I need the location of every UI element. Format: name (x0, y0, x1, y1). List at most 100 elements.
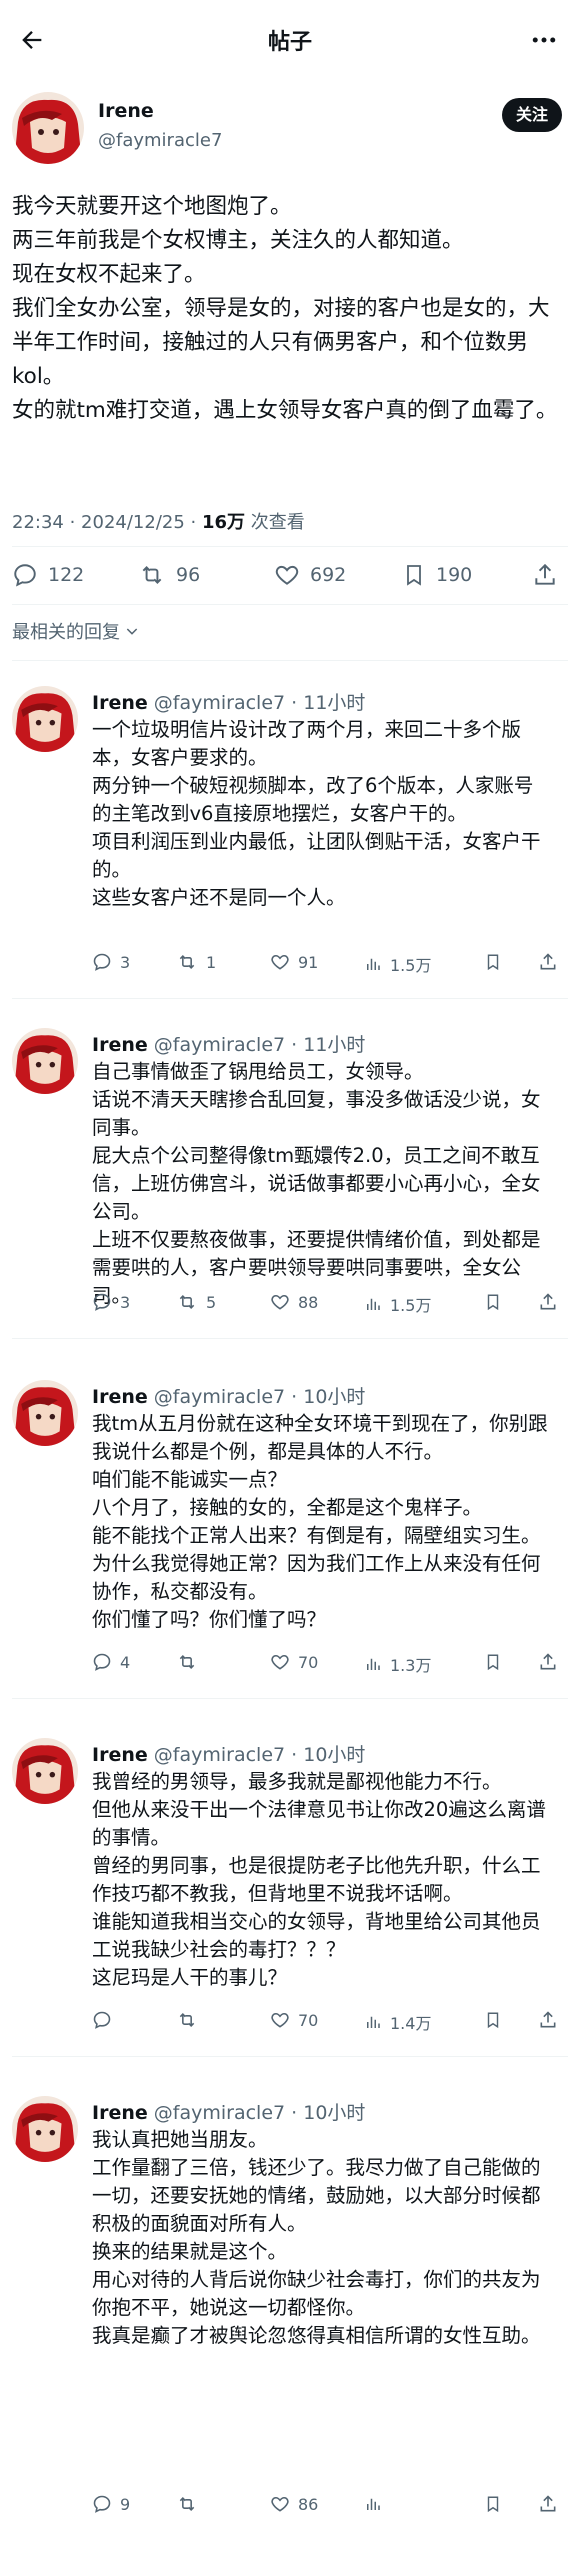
like-count: 91 (298, 952, 319, 972)
share-icon (538, 1292, 558, 1312)
bookmark-button[interactable] (484, 1292, 502, 1312)
post-action-bar: 122 96 692 190 (12, 556, 568, 596)
post-time: 22:34 · 2024/12/25 · (12, 512, 202, 533)
avatar[interactable] (12, 1380, 78, 1446)
post-author: Irene @faymiracle7 关注 (12, 90, 568, 166)
retweet-button[interactable]: 1 (176, 952, 216, 972)
like-button[interactable]: 91 (270, 952, 318, 972)
share-button[interactable] (538, 2494, 558, 2514)
share-button[interactable] (538, 952, 558, 972)
follow-button[interactable]: 关注 (501, 98, 562, 132)
reply-author[interactable]: Irene @faymiracle7 · 11小时 (92, 1030, 365, 1057)
share-icon (532, 562, 558, 588)
divider (12, 2056, 568, 2057)
reply-author[interactable]: Irene @faymiracle7 · 11小时 (92, 688, 365, 715)
reply-button[interactable]: 9 (92, 2494, 130, 2514)
divider (12, 604, 568, 605)
post-timestamp: 22:34 · 2024/12/25 · 16万 次查看 (12, 508, 305, 534)
bookmark-icon (484, 2010, 502, 2030)
reply-author[interactable]: Irene @faymiracle7 · 10小时 (92, 1382, 365, 1409)
reply-action-bar: 3 1 91 1.5万 (92, 952, 570, 982)
bookmark-icon (484, 952, 502, 972)
share-button[interactable] (538, 2010, 558, 2030)
retweet-count: 1 (206, 952, 217, 972)
heart-icon (270, 2010, 290, 2030)
like-button[interactable]: 70 (270, 1652, 318, 1672)
retweet-button[interactable]: 96 (138, 562, 200, 588)
heart-icon (274, 562, 300, 588)
reply-body: 自己事情做歪了锅甩给员工，女领导。 话说不清天天瞎掺合乱回复，事没多做话没少说，… (92, 1060, 541, 1307)
share-button[interactable] (538, 1652, 558, 1672)
bookmark-button[interactable] (484, 1652, 502, 1672)
like-button[interactable]: 692 (274, 562, 346, 588)
reply-item[interactable]: Irene @faymiracle7 · 10小时我曾经的男领导，最多我就是鄙视… (0, 1738, 580, 2084)
reply-button[interactable]: 3 (92, 1292, 130, 1312)
divider (12, 1698, 568, 1699)
avatar[interactable] (12, 686, 78, 752)
share-icon (538, 952, 558, 972)
retweet-button[interactable] (176, 1652, 206, 1672)
author-name[interactable]: Irene (98, 100, 154, 122)
like-button[interactable]: 88 (270, 1292, 318, 1312)
reply-button[interactable]: 122 (12, 562, 84, 588)
retweet-count: 5 (206, 1292, 217, 1312)
retweet-button[interactable] (176, 2494, 206, 2514)
reply-author[interactable]: Irene @faymiracle7 · 10小时 (92, 2098, 365, 2125)
reply-item[interactable]: Irene @faymiracle7 · 10小时 我tm从五月份就在这种全女环境… (0, 1380, 580, 1726)
view-count: 16万 (201, 512, 246, 533)
reply-meta: @faymiracle7 · 10小时 (147, 1744, 366, 1766)
views-button[interactable]: 1.4万 (364, 2010, 431, 2034)
reply-item[interactable]: Irene @faymiracle7 · 10小时 我认真把她当朋友。 工作量翻了… (0, 2096, 580, 2556)
share-icon (538, 2010, 558, 2030)
reply-button[interactable]: 3 (92, 952, 130, 972)
reply-author-name: Irene (92, 1744, 148, 1766)
author-handle[interactable]: @faymiracle7 (98, 130, 222, 151)
retweet-icon (176, 952, 198, 972)
top-bar: 帖子 (0, 0, 580, 86)
like-count: 86 (298, 2494, 319, 2514)
reply-count: 9 (120, 2494, 131, 2514)
views-button[interactable] (364, 2494, 390, 2514)
like-button[interactable]: 70 (270, 2010, 318, 2030)
reply-sort-dropdown[interactable]: 最相关的回复 (12, 618, 140, 644)
avatar[interactable] (12, 1028, 78, 1094)
reply-author-name: Irene (92, 1034, 148, 1056)
bookmark-icon (484, 1292, 502, 1312)
retweet-button[interactable] (176, 2010, 206, 2030)
reply-button[interactable] (92, 2010, 120, 2030)
bookmark-button[interactable] (484, 952, 502, 972)
reply-action-bar: 4 70 1.3万 (92, 1652, 570, 1682)
share-button[interactable] (538, 1292, 558, 1312)
avatar[interactable] (12, 1738, 78, 1804)
chevron-down-icon (124, 623, 140, 639)
bookmark-count: 190 (436, 564, 473, 586)
heart-icon (270, 1292, 290, 1312)
more-dots-icon[interactable] (522, 18, 566, 62)
like-count: 70 (298, 2010, 319, 2030)
reply-action-bar: 70 1.4万 (92, 2010, 570, 2040)
retweet-button[interactable]: 5 (176, 1292, 216, 1312)
views-button[interactable]: 1.5万 (364, 952, 431, 976)
share-icon (538, 2494, 558, 2514)
like-button[interactable]: 86 (270, 2494, 318, 2514)
bookmark-button[interactable] (484, 2494, 502, 2514)
reply-item[interactable]: Irene @faymiracle7 · 11小时自己事情做歪了锅甩给员工，女领… (0, 1028, 580, 1368)
reply-meta: @faymiracle7 · 10小时 (147, 2102, 366, 2124)
bookmark-button[interactable] (484, 2010, 502, 2030)
bar-chart-icon (364, 1654, 382, 1674)
views-button[interactable]: 1.3万 (364, 1652, 431, 1676)
divider (12, 546, 568, 547)
reply-item[interactable]: Irene @faymiracle7 · 11小时一个垃圾明信片设计改了两个月，… (0, 686, 580, 1016)
view-suffix: 次查看 (245, 512, 305, 533)
reply-author[interactable]: Irene @faymiracle7 · 10小时 (92, 1740, 365, 1767)
avatar[interactable] (12, 2096, 78, 2162)
reply-body: 一个垃圾明信片设计改了两个月，来回二十多个版本，女客户要求的。 两分钟一个破短视… (92, 718, 541, 909)
avatar[interactable] (12, 92, 84, 164)
reply-button[interactable]: 4 (92, 1652, 130, 1672)
bookmark-button[interactable]: 190 (402, 562, 472, 588)
bar-chart-icon (364, 1294, 382, 1314)
heart-icon (270, 2494, 290, 2514)
views-button[interactable]: 1.5万 (364, 1292, 431, 1316)
share-button[interactable] (532, 562, 558, 588)
reply-body: 我曾经的男领导，最多我就是鄙视他能力不行。 但他从来没干出一个法律意见书让你改2… (92, 1770, 546, 1989)
